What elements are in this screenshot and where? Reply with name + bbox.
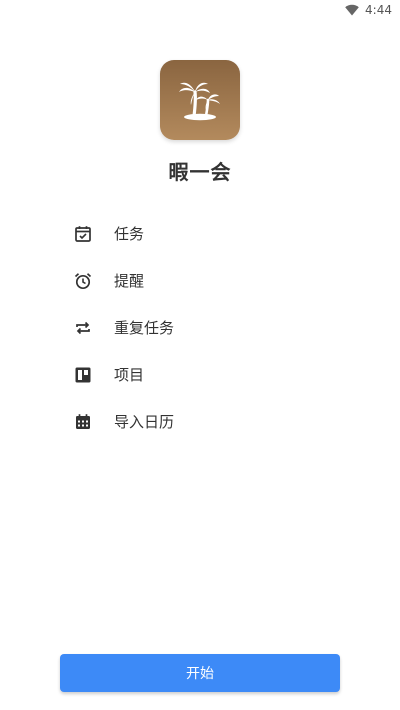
feature-label: 提醒 [114, 272, 145, 290]
alarm-clock-icon [72, 270, 94, 292]
status-time: 4:44 [365, 3, 392, 17]
palm-tree-icon [179, 82, 220, 121]
feature-item-tasks: 任务 [72, 210, 360, 257]
status-bar: 4:44 [0, 0, 400, 22]
feature-label: 任务 [114, 225, 145, 243]
welcome-screen: 4:44 暇一会 任务 提醒 重复任务 项目 导入日历 开始 [0, 0, 400, 710]
app-name: 暇一会 [168, 160, 232, 184]
feature-item-projects: 项目 [72, 351, 360, 398]
status-bar-right: 4:44 [345, 3, 392, 17]
calendar-check-icon [72, 223, 94, 245]
feature-item-import-calendar: 导入日历 [72, 398, 360, 445]
feature-item-repeat-tasks: 重复任务 [72, 304, 360, 351]
feature-label: 导入日历 [114, 413, 175, 431]
feature-list: 任务 提醒 重复任务 项目 导入日历 [72, 210, 360, 445]
feature-label: 重复任务 [114, 319, 175, 337]
calendar-grid-icon [72, 411, 94, 433]
feature-item-reminders: 提醒 [72, 257, 360, 304]
wifi-icon [345, 4, 359, 16]
start-button[interactable]: 开始 [60, 654, 340, 692]
feature-label: 项目 [114, 366, 145, 384]
repeat-icon [72, 317, 94, 339]
app-logo [160, 60, 240, 140]
board-icon [72, 364, 94, 386]
